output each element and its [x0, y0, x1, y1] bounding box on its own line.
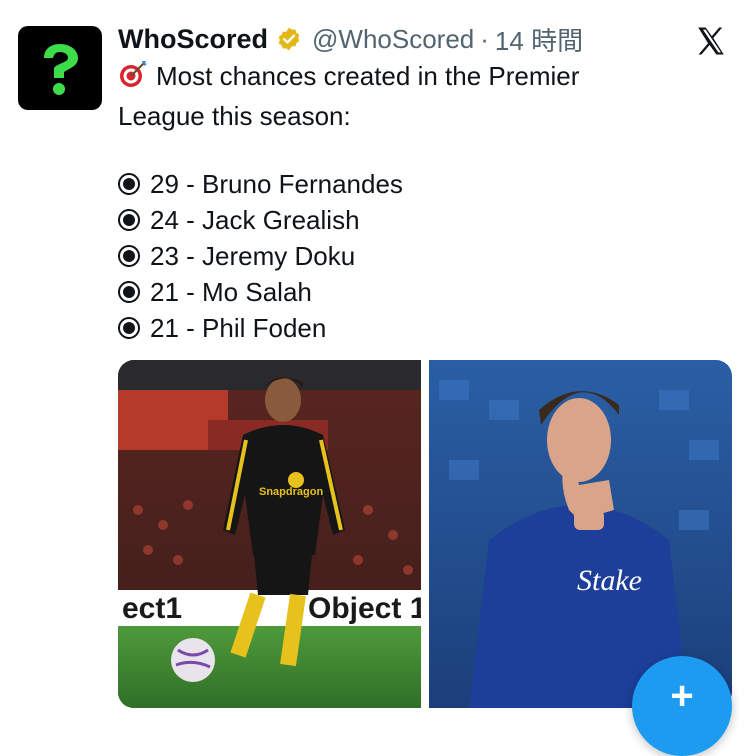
- tweet-intro-text-1: Most chances created in the Premier: [156, 61, 580, 91]
- radio-bullet-icon: [118, 317, 140, 339]
- shirt-sponsor-text: Snapdragon: [259, 486, 323, 498]
- list-item: 24 - Jack Grealish: [118, 202, 403, 238]
- radio-bullet-icon: [118, 245, 140, 267]
- advertising-board-text-2: Object 1: [308, 592, 421, 625]
- timestamp[interactable]: 14 時間: [495, 21, 583, 58]
- ranking-list: 29 - Bruno Fernandes 24 - Jack Grealish …: [118, 166, 403, 346]
- tweet-text: Most chances created in the Premier Leag…: [118, 58, 718, 134]
- radio-bullet-icon: [118, 209, 140, 231]
- list-item-text: 21 - Phil Foden: [150, 313, 327, 343]
- photo-player-1[interactable]: ect1 Object 1 Snapdragon: [118, 360, 421, 708]
- tweet-intro-text-2: League this season:: [118, 100, 351, 131]
- list-item: 21 - Phil Foden: [118, 310, 403, 346]
- account-handle[interactable]: @WhoScored: [312, 24, 474, 55]
- separator-dot: ·: [480, 23, 489, 54]
- radio-bullet-icon: [118, 173, 140, 195]
- account-name[interactable]: WhoScored: [118, 24, 268, 55]
- list-item: 29 - Bruno Fernandes: [118, 166, 403, 202]
- tweet-intro-line: Most chances created in the Premier: [118, 58, 718, 98]
- list-item: 23 - Jeremy Doku: [118, 238, 403, 274]
- radio-bullet-icon: [118, 281, 140, 303]
- avatar[interactable]: [18, 26, 102, 110]
- target-emoji-icon: [118, 59, 148, 98]
- compose-button[interactable]: +: [632, 656, 732, 756]
- list-item-text: 23 - Jeremy Doku: [150, 241, 356, 271]
- plus-icon: +: [670, 674, 694, 718]
- media-grid: ect1 Object 1 Snapdragon Stake: [118, 360, 732, 708]
- list-item-text: 21 - Mo Salah: [150, 277, 312, 307]
- question-mark-icon: [44, 44, 78, 95]
- list-item-text: 29 - Bruno Fernandes: [150, 169, 403, 199]
- tweet-header: WhoScored @WhoScored · 14 時間: [118, 20, 583, 58]
- advertising-board-text: ect1: [122, 592, 182, 625]
- list-item: 21 - Mo Salah: [118, 274, 403, 310]
- shirt-text: Stake: [577, 564, 642, 597]
- verified-badge-icon: [276, 26, 302, 52]
- list-item-text: 24 - Jack Grealish: [150, 205, 360, 235]
- x-logo-icon[interactable]: [694, 24, 728, 58]
